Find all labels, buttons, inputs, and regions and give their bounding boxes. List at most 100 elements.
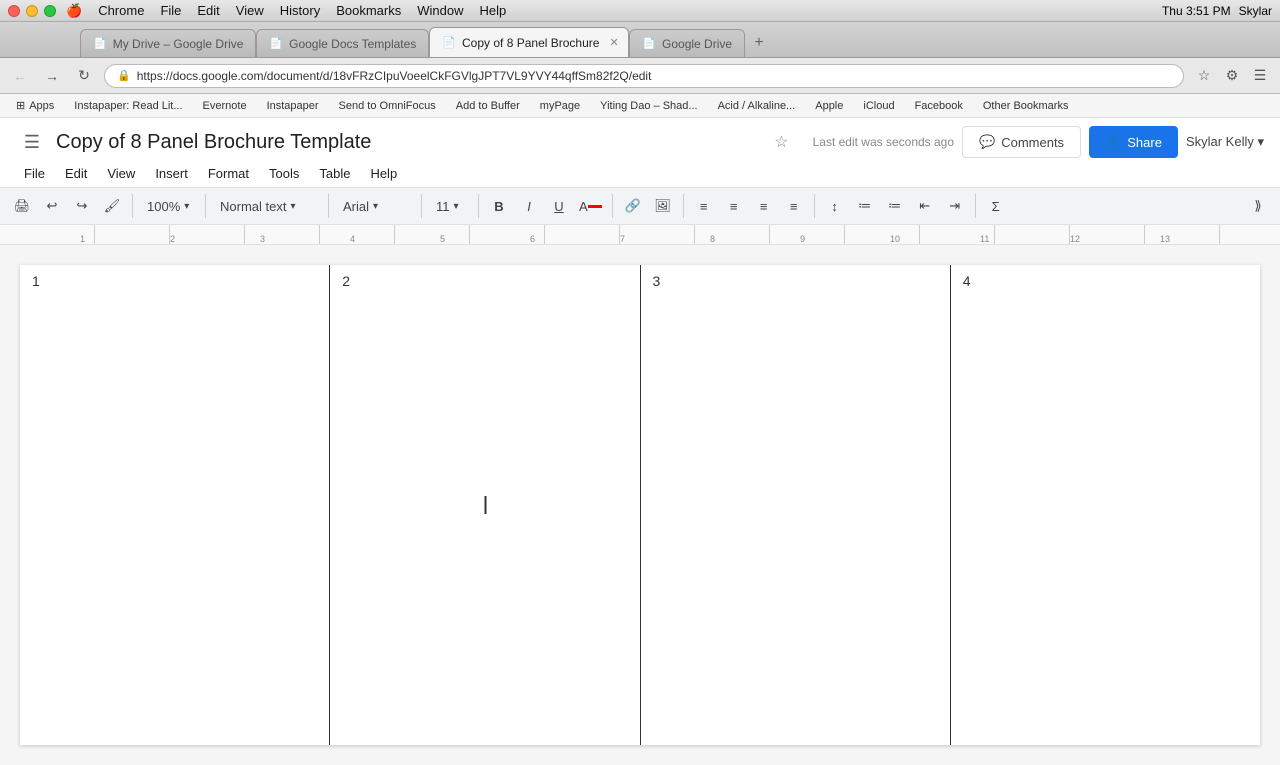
bookmark-icloud[interactable]: iCloud [855, 96, 902, 116]
view-menu[interactable]: View [236, 3, 264, 18]
tab-templates[interactable]: 📄 Google Docs Templates [256, 29, 429, 57]
page-column-2[interactable]: 2 [330, 265, 640, 745]
edit-menu[interactable]: Edit [197, 3, 219, 18]
ordered-list-button[interactable]: ≔ [851, 192, 879, 220]
file-menu[interactable]: File [160, 3, 181, 18]
underline-button[interactable]: U [545, 192, 573, 220]
star-icon[interactable]: ☆ [774, 132, 788, 152]
menu-edit[interactable]: Edit [57, 162, 95, 185]
bookmark-omnifocus[interactable]: Send to OmniFocus [331, 96, 444, 116]
font-dropdown[interactable]: Arial ▾ [335, 192, 415, 220]
menu-format[interactable]: Format [200, 162, 257, 185]
tab-mydrive[interactable]: 📄 My Drive – Google Drive [80, 29, 256, 57]
align-right-button[interactable]: ≡ [750, 192, 778, 220]
bookmark-label: iCloud [863, 100, 894, 112]
column-number-4: 4 [963, 273, 971, 289]
docs-canvas[interactable]: 1 2 3 4 [0, 245, 1280, 765]
page-column-1[interactable]: 1 [20, 265, 330, 745]
undo-button[interactable]: ↩ [38, 192, 66, 220]
bookmark-mypage[interactable]: myPage [532, 96, 588, 116]
bookmark-instapaper2[interactable]: Instapaper [259, 96, 327, 116]
text-color-button[interactable]: A [575, 192, 606, 220]
forward-button[interactable]: → [40, 64, 64, 88]
line-spacing-button[interactable]: ↕ [821, 192, 849, 220]
menu-tools[interactable]: Tools [261, 162, 307, 185]
menu-view[interactable]: View [99, 162, 143, 185]
style-dropdown[interactable]: Normal text ▾ [212, 192, 322, 220]
link-button[interactable]: 🔗 [619, 192, 647, 220]
close-btn[interactable] [8, 5, 20, 17]
bold-button[interactable]: B [485, 192, 513, 220]
unordered-list-button[interactable]: ≔ [881, 192, 909, 220]
font-arrow-icon: ▾ [373, 201, 378, 212]
chrome-menu[interactable]: Chrome [98, 3, 144, 18]
window-menu[interactable]: Window [417, 3, 463, 18]
align-left-button[interactable]: ≡ [690, 192, 718, 220]
bookmark-acid[interactable]: Acid / Alkaline... [710, 96, 804, 116]
tab-close-icon[interactable]: ✕ [609, 36, 618, 49]
bookmark-label: Evernote [203, 100, 247, 112]
hamburger-menu-icon[interactable]: ☰ [16, 126, 48, 158]
align-center-button[interactable]: ≡ [720, 192, 748, 220]
formula-button[interactable]: Σ [982, 192, 1010, 220]
comments-button[interactable]: 💬 Comments [962, 126, 1081, 158]
toolbar-separator [975, 194, 976, 218]
menu-help[interactable]: Help [362, 162, 405, 185]
redo-button[interactable]: ↪ [68, 192, 96, 220]
bookmark-evernote[interactable]: Evernote [195, 96, 255, 116]
help-menu[interactable]: Help [479, 3, 506, 18]
paint-format-button[interactable]: 🖌 [98, 192, 126, 220]
menu-file[interactable]: File [16, 162, 53, 185]
size-dropdown[interactable]: 11 ▾ [428, 192, 472, 220]
page-column-4[interactable]: 4 [951, 265, 1260, 745]
bookmark-facebook[interactable]: Facebook [907, 96, 971, 116]
menu-insert[interactable]: Insert [147, 162, 196, 185]
zoom-dropdown[interactable]: 100% ▾ [139, 192, 199, 220]
print-button[interactable]: 🖨 [8, 192, 36, 220]
new-tab-button[interactable]: + [745, 29, 773, 57]
history-menu[interactable]: History [280, 3, 320, 18]
decrease-indent-button[interactable]: ⇤ [911, 192, 939, 220]
align-justify-button[interactable]: ≡ [780, 192, 808, 220]
star-icon[interactable]: ☆ [1192, 64, 1216, 88]
chrome-toolbar-icons: ☆ ⚙ ☰ [1192, 64, 1272, 88]
bookmark-buffer[interactable]: Add to Buffer [448, 96, 528, 116]
maximize-btn[interactable] [44, 5, 56, 17]
mac-titlebar: 🍎 Chrome File Edit View History Bookmark… [0, 0, 1280, 22]
docs-app: ☰ Copy of 8 Panel Brochure Template ☆ La… [0, 118, 1280, 765]
bookmark-apps[interactable]: ⊞ Apps [8, 96, 62, 116]
zoom-value: 100% [147, 199, 180, 214]
size-arrow-icon: ▾ [454, 201, 459, 212]
back-button[interactable]: ← [8, 64, 32, 88]
bookmark-other[interactable]: Other Bookmarks [975, 96, 1077, 116]
italic-button[interactable]: I [515, 192, 543, 220]
menu-table[interactable]: Table [311, 162, 358, 185]
address-bar[interactable]: 🔒 https://docs.google.com/document/d/18v… [104, 64, 1184, 88]
tab-brochure[interactable]: 📄 Copy of 8 Panel Brochure ✕ [429, 27, 629, 57]
text-cursor [484, 496, 486, 514]
apple-menu[interactable]: 🍎 [66, 3, 82, 19]
toolbar-separator [683, 194, 684, 218]
toolbar-separator [612, 194, 613, 218]
tab-drive2[interactable]: 📄 Google Drive [629, 29, 745, 57]
bookmarks-menu[interactable]: Bookmarks [336, 3, 401, 18]
column-number-1: 1 [32, 273, 40, 289]
user-account[interactable]: Skylar Kelly ▾ [1186, 134, 1264, 150]
image-button[interactable]: 🖼 [649, 192, 677, 220]
docs-header: ☰ Copy of 8 Panel Brochure Template ☆ La… [0, 118, 1280, 188]
bookmark-yiting[interactable]: Yiting Dao – Shad... [592, 96, 705, 116]
chrome-menu-icon[interactable]: ☰ [1248, 64, 1272, 88]
collapse-toolbar-button[interactable]: ⟫ [1244, 192, 1272, 220]
refresh-button[interactable]: ↻ [72, 64, 96, 88]
bookmark-apple[interactable]: Apple [807, 96, 851, 116]
toolbar-separator [478, 194, 479, 218]
bookmark-label: Instapaper: Read Lit... [74, 100, 182, 112]
bookmark-instapaper[interactable]: Instapaper: Read Lit... [66, 96, 190, 116]
extensions-icon[interactable]: ⚙ [1220, 64, 1244, 88]
bookmark-label: Acid / Alkaline... [718, 100, 796, 112]
increase-indent-button[interactable]: ⇥ [941, 192, 969, 220]
page-column-3[interactable]: 3 [641, 265, 951, 745]
font-value: Arial [343, 199, 369, 214]
minimize-btn[interactable] [26, 5, 38, 17]
share-button[interactable]: 👤 Share [1089, 126, 1178, 158]
